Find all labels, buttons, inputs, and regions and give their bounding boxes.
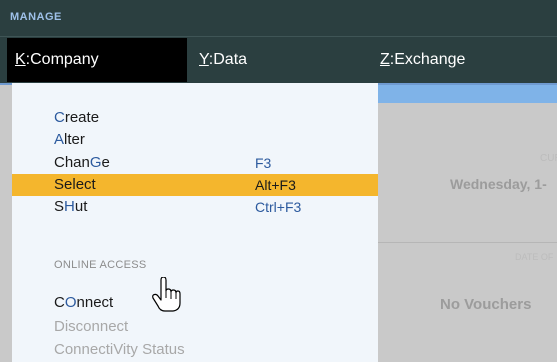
menu-item-create[interactable]: Create (12, 107, 378, 129)
company-dropdown-menu: Create Alter ChanGe F3 Select Alt+F3 SHu… (12, 83, 378, 362)
current-period-label: CURR (540, 153, 557, 164)
shortcut-label: F3 (255, 155, 272, 171)
tab-data[interactable]: Y:Data (191, 38, 349, 82)
menu-item-connectivity-status: ConnectiVity Status (54, 341, 185, 358)
tab-data-key: Y (199, 51, 209, 68)
divider (0, 36, 557, 37)
menu-item-connect[interactable]: COnnect (12, 292, 378, 314)
menu-item-change[interactable]: ChanGe F3 (12, 152, 378, 174)
background-panel (378, 103, 557, 362)
tab-data-label: Data (213, 51, 248, 68)
menu-item-disconnect: Disconnect (54, 318, 129, 335)
section-heading-online-access: ONLINE ACCESS (54, 259, 147, 271)
tab-company-label: Company (30, 51, 99, 68)
tab-exchange-key: Z (380, 51, 390, 68)
tab-company-key: K (15, 51, 26, 68)
current-date-value: Wednesday, 1- (450, 176, 547, 192)
menu-item-shut[interactable]: SHut Ctrl+F3 (12, 196, 378, 218)
tab-exchange[interactable]: Z:Exchange (372, 38, 557, 82)
date-of-label: DATE OF (515, 252, 554, 262)
menu-item-alter[interactable]: Alter (12, 129, 378, 151)
background-strip (0, 85, 12, 362)
tab-company[interactable]: K:Company (7, 38, 187, 82)
shortcut-label: Alt+F3 (255, 177, 296, 193)
manage-label: MANAGE (10, 11, 62, 23)
top-header: MANAGE K:Company Y:Data Z:Exchange (0, 0, 557, 85)
shortcut-label: Ctrl+F3 (255, 199, 302, 215)
hand-cursor-icon (152, 277, 181, 312)
background-blue-bar (378, 85, 557, 103)
menu-item-select[interactable]: Select Alt+F3 (12, 174, 378, 196)
divider (378, 242, 557, 243)
tab-exchange-label: Exchange (394, 51, 466, 68)
no-vouchers-text: No Vouchers (440, 296, 532, 313)
